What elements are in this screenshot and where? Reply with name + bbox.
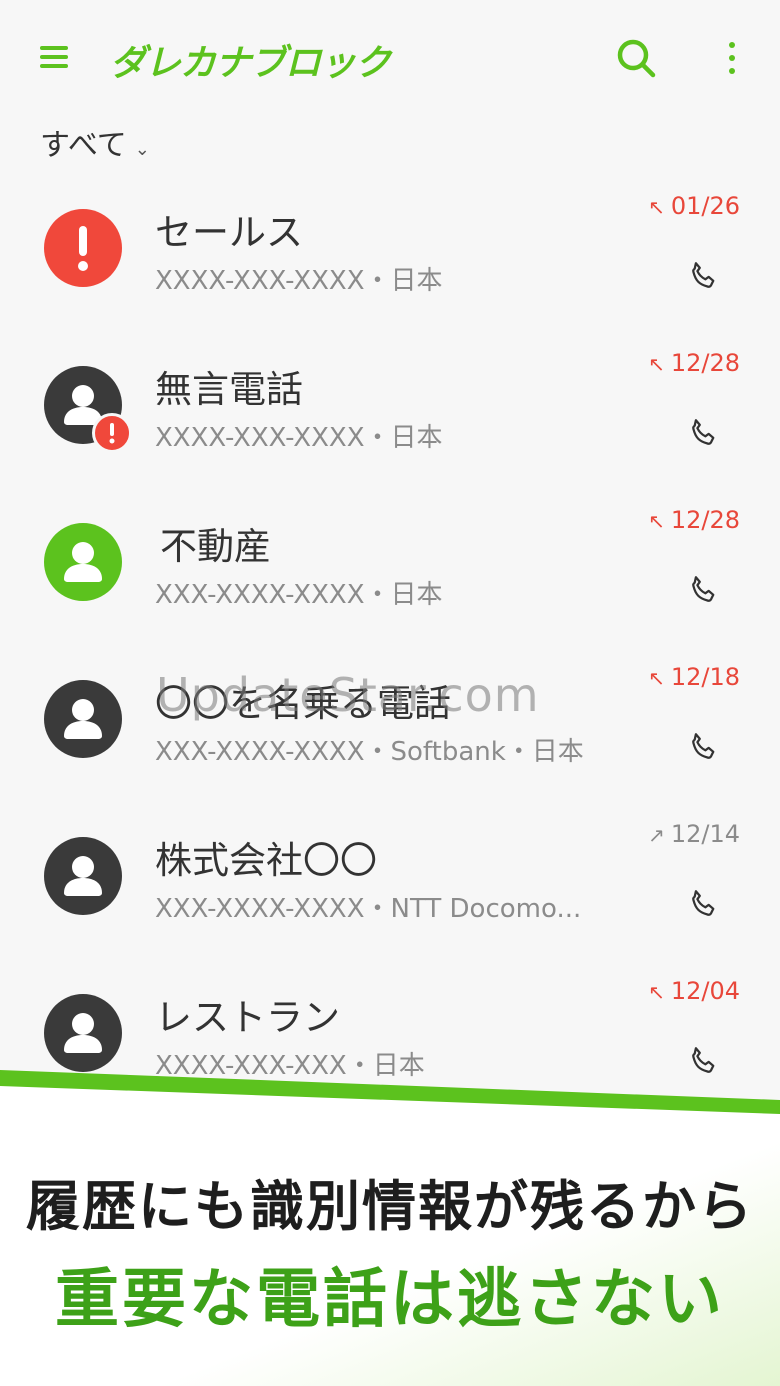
contact-detail: XXXX-XXX-XXXX・日本	[155, 423, 443, 453]
contact-name: 無言電話	[155, 368, 303, 411]
call-date: ↖ 12/28	[648, 349, 740, 377]
contact-detail: XXX-XXXX-XXXX・日本	[155, 580, 443, 610]
menu-icon[interactable]	[40, 42, 70, 72]
person-avatar-icon	[44, 523, 122, 601]
contact-name: 株式会社〇〇	[155, 839, 377, 882]
contact-detail: XXX-XXXX-XXXX・NTT Docomo...	[155, 894, 582, 924]
outgoing-call-icon: ↗	[648, 823, 665, 847]
call-row[interactable]: 無言電話 XXXX-XXX-XXXX・日本 ↖ 12/28	[0, 329, 780, 486]
phone-icon[interactable]	[686, 258, 722, 294]
call-date: ↖ 12/28	[648, 506, 740, 534]
call-date: ↖ 01/26	[648, 192, 740, 220]
filter-label: すべて	[40, 128, 127, 163]
chevron-down-icon: ⌄	[134, 139, 150, 160]
missed-call-icon: ↖	[648, 666, 665, 690]
filter-dropdown[interactable]: すべて ⌄	[40, 120, 150, 164]
person-avatar-icon	[44, 994, 122, 1072]
contact-name: 不動産	[160, 525, 271, 568]
promo-subheadline: 重要な電話は逃さない	[55, 1263, 725, 1337]
phone-icon[interactable]	[686, 886, 722, 922]
contact-detail: XXX-XXXX-XXXX・Softbank・日本	[155, 737, 584, 767]
missed-call-icon: ↖	[648, 980, 665, 1004]
call-row[interactable]: 不動産 XXX-XXXX-XXXX・日本 ↖ 12/28	[0, 486, 780, 643]
contact-name: レストラン	[155, 996, 340, 1039]
phone-icon[interactable]	[686, 572, 722, 608]
missed-call-icon: ↖	[648, 352, 665, 376]
contact-name: セールス	[155, 211, 303, 254]
call-row[interactable]: 株式会社〇〇 XXX-XXXX-XXXX・NTT Docomo... ↗ 12/1…	[0, 800, 780, 957]
call-row[interactable]: セールス XXXX-XXX-XXXX・日本 ↖ 01/26	[0, 172, 780, 329]
person-avatar-icon	[44, 680, 122, 758]
warning-avatar-icon	[44, 209, 122, 287]
search-icon[interactable]	[616, 38, 656, 78]
watermark-text: UpdateStar.com	[156, 668, 540, 722]
call-date: ↗ 12/14	[648, 820, 740, 848]
phone-icon[interactable]	[686, 729, 722, 765]
phone-icon[interactable]	[686, 415, 722, 451]
contact-detail: XXXX-XXX-XXXX・日本	[155, 266, 443, 296]
promo-headline: 履歴にも識別情報が残るから	[26, 1175, 754, 1238]
app-title: ダレカナブロック	[110, 43, 391, 84]
more-vert-icon[interactable]	[724, 40, 740, 76]
call-date: ↖ 12/18	[648, 663, 740, 691]
person-avatar-icon	[44, 837, 122, 915]
warning-badge-icon	[92, 413, 132, 453]
call-date: ↖ 12/04	[648, 977, 740, 1005]
missed-call-icon: ↖	[648, 195, 665, 219]
missed-call-icon: ↖	[648, 509, 665, 533]
app-bar: ダレカナブロック	[0, 0, 780, 116]
